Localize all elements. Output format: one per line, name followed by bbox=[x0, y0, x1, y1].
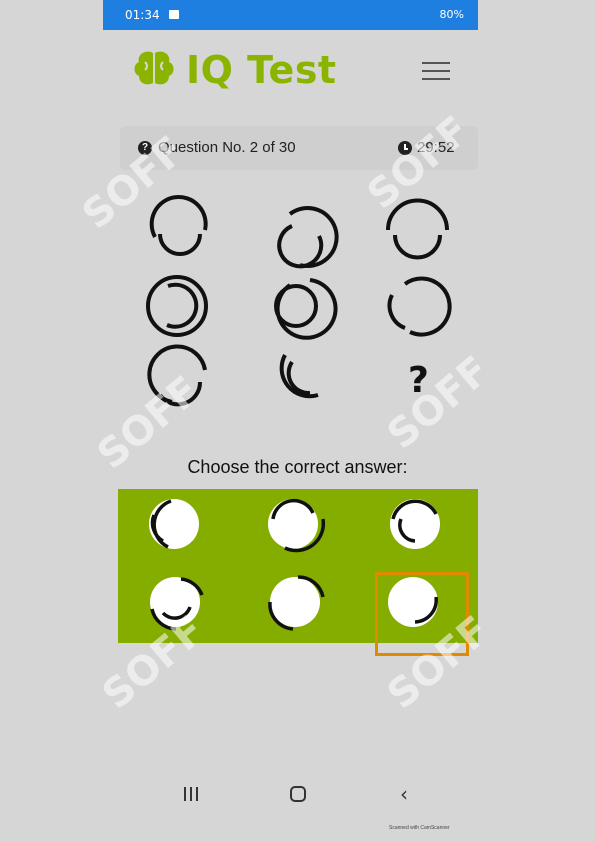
puzzle-cell-6 bbox=[387, 276, 452, 337]
scanner-note: Scanned with CamScanner bbox=[389, 825, 450, 831]
menu-icon[interactable] bbox=[422, 62, 450, 84]
answer-option-1[interactable] bbox=[149, 499, 199, 549]
image-icon bbox=[169, 10, 179, 19]
clock-icon bbox=[398, 141, 412, 155]
puzzle-cell-7 bbox=[147, 344, 207, 407]
question-counter: Question No. 2 of 30 bbox=[158, 139, 296, 156]
status-time: 01:34 bbox=[125, 8, 160, 22]
brain-logo-icon bbox=[134, 51, 174, 85]
puzzle-cell-4 bbox=[146, 275, 208, 337]
status-bar: 01:34 80% bbox=[103, 0, 478, 30]
system-nav-bar: ‹ bbox=[103, 770, 478, 820]
question-info-bar: ? Question No. 2 of 30 29:52 bbox=[120, 126, 478, 170]
battery-level: 80% bbox=[439, 8, 464, 21]
timer: 29:52 bbox=[417, 139, 455, 156]
puzzle-cell-2 bbox=[277, 206, 339, 269]
home-icon[interactable] bbox=[290, 786, 306, 802]
answer-prompt: Choose the correct answer: bbox=[187, 457, 408, 477]
answer-option-2[interactable] bbox=[268, 498, 326, 553]
back-icon[interactable]: ‹ bbox=[400, 782, 408, 806]
puzzle-cell-5 bbox=[274, 278, 338, 340]
question-circle-icon: ? bbox=[138, 141, 152, 155]
selected-answer-highlight bbox=[375, 572, 469, 656]
puzzle-cell-8 bbox=[279, 354, 319, 399]
puzzle-cell-3 bbox=[386, 198, 449, 260]
missing-cell-question-mark: ? bbox=[408, 360, 429, 401]
answer-option-5[interactable] bbox=[268, 575, 325, 631]
app-title: IQ Test bbox=[186, 48, 337, 92]
recent-apps-icon[interactable] bbox=[183, 787, 199, 801]
answer-option-4[interactable] bbox=[150, 577, 204, 631]
answer-option-3[interactable] bbox=[390, 499, 440, 549]
puzzle-cell-1 bbox=[149, 195, 208, 256]
